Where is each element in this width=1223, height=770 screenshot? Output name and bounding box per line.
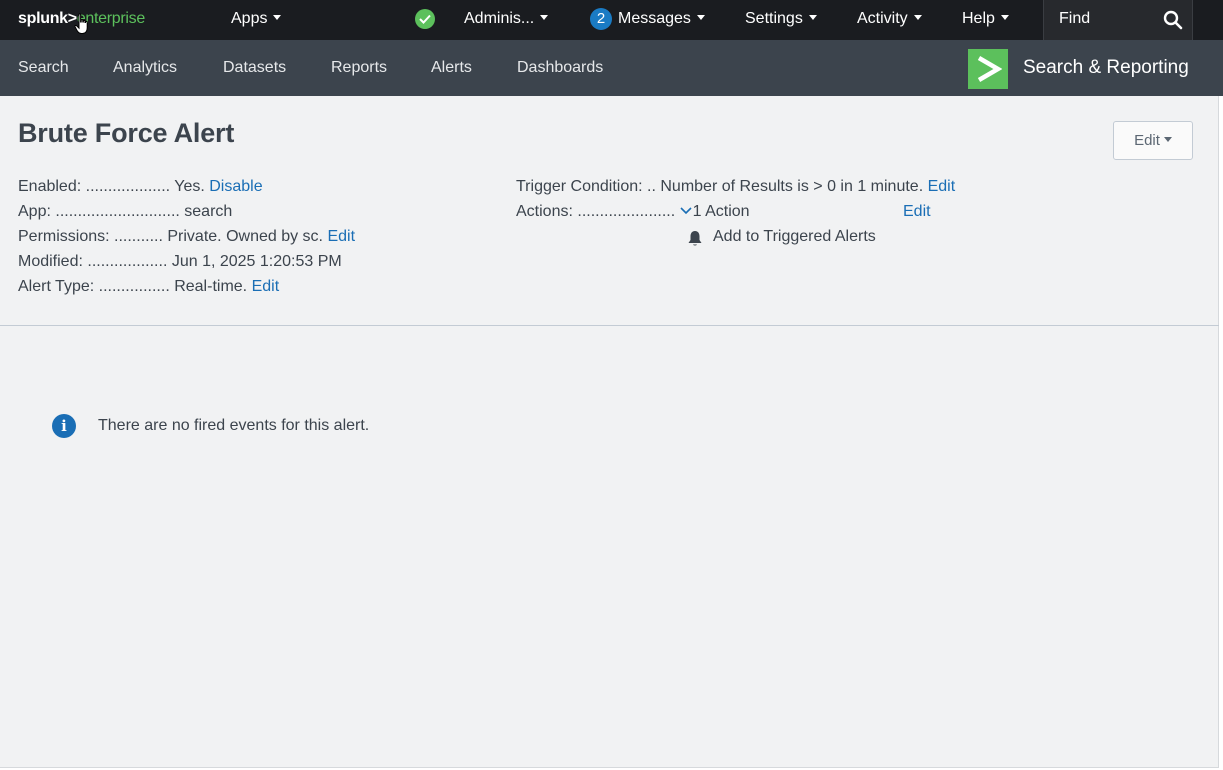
- settings-menu[interactable]: Settings: [745, 0, 817, 40]
- app-value: search: [184, 203, 233, 220]
- messages-count-badge[interactable]: 2: [590, 8, 612, 30]
- find-search-box[interactable]: Find: [1043, 0, 1193, 40]
- actions-toggle[interactable]: 1 Action: [680, 203, 750, 220]
- nav-alerts[interactable]: Alerts: [431, 40, 472, 96]
- hand-pointer-icon: [74, 13, 92, 40]
- caret-down-icon: [913, 15, 922, 20]
- trigger-condition-row: Trigger Condition: .. Number of Results …: [516, 176, 955, 198]
- enabled-value: Yes.: [174, 178, 205, 195]
- trigger-edit-link[interactable]: Edit: [928, 178, 956, 195]
- alert-summary-panel: Brute Force Alert Edit Enabled: ........…: [0, 96, 1219, 326]
- actions-row: Actions: ...................... 1 Action: [516, 201, 750, 223]
- permissions-edit-link[interactable]: Edit: [327, 228, 355, 245]
- permissions-label: Permissions:: [18, 228, 110, 245]
- alert-type-edit-link[interactable]: Edit: [252, 278, 280, 295]
- edit-button[interactable]: Edit: [1113, 121, 1193, 160]
- alert-type-label: Alert Type:: [18, 278, 95, 295]
- app-label: App:: [18, 203, 51, 220]
- trigger-condition-value: Number of Results is > 0 in 1 minute.: [660, 178, 924, 195]
- search-icon[interactable]: [1163, 10, 1183, 35]
- admin-menu[interactable]: Adminis...: [464, 0, 549, 40]
- dot-leader: ............................: [50, 203, 185, 220]
- bell-icon: [687, 230, 703, 252]
- action-item: Add to Triggered Alerts: [713, 226, 876, 248]
- trigger-condition-label: Trigger Condition:: [516, 178, 643, 195]
- modified-row: Modified: .................. Jun 1, 2025…: [18, 251, 342, 273]
- app-nav-bar: Search Analytics Datasets Reports Alerts…: [0, 40, 1223, 96]
- nav-datasets[interactable]: Datasets: [223, 40, 286, 96]
- nav-analytics[interactable]: Analytics: [113, 40, 177, 96]
- caret-down-icon: [808, 15, 817, 20]
- no-events-message: There are no fired events for this alert…: [98, 417, 370, 434]
- alert-type-value: Real-time.: [174, 278, 248, 295]
- dot-leader: ...........: [109, 228, 168, 245]
- modified-label: Modified:: [18, 253, 83, 270]
- nav-dashboards[interactable]: Dashboards: [517, 40, 603, 96]
- chevron-down-icon: [680, 207, 692, 215]
- caret-down-icon: [540, 15, 549, 20]
- nav-search[interactable]: Search: [18, 40, 69, 96]
- activity-menu-label: Activity: [857, 10, 908, 27]
- nav-reports[interactable]: Reports: [331, 40, 387, 96]
- help-menu[interactable]: Help: [962, 0, 1009, 40]
- caret-down-icon: [1163, 137, 1172, 142]
- app-logo-icon[interactable]: [968, 49, 1008, 89]
- page-title: Brute Force Alert: [18, 118, 235, 148]
- check-circle-icon[interactable]: [415, 9, 435, 29]
- app-row: App: ............................ search: [18, 201, 232, 223]
- permissions-row: Permissions: ........... Private. Owned …: [18, 226, 355, 248]
- apps-menu[interactable]: Apps: [231, 0, 282, 40]
- permissions-value: Private. Owned by sc.: [167, 228, 323, 245]
- enabled-row: Enabled: ................... Yes. Disabl…: [18, 176, 263, 198]
- action-item-label: Add to Triggered Alerts: [713, 228, 876, 245]
- disable-link[interactable]: Disable: [209, 178, 262, 195]
- dot-leader: ......................: [572, 203, 680, 220]
- messages-menu-label: Messages: [618, 10, 691, 27]
- dot-leader: ................: [94, 278, 175, 295]
- apps-menu-label: Apps: [231, 10, 268, 27]
- edit-button-label: Edit: [1134, 132, 1160, 149]
- system-bar: splunk>enterprise Apps Adminis... 2 Mess…: [0, 0, 1223, 40]
- help-menu-label: Help: [962, 10, 995, 27]
- actions-edit-link[interactable]: Edit: [903, 201, 931, 223]
- find-placeholder: Find: [1059, 10, 1091, 27]
- actions-label: Actions:: [516, 203, 573, 220]
- dot-leader: ..................: [82, 253, 172, 270]
- activity-menu[interactable]: Activity: [857, 0, 922, 40]
- messages-menu[interactable]: Messages: [618, 0, 705, 40]
- info-icon: i: [52, 414, 76, 438]
- modified-value: Jun 1, 2025 1:20:53 PM: [171, 253, 342, 270]
- enabled-label: Enabled:: [18, 178, 82, 195]
- dot-leader: ...................: [81, 178, 175, 195]
- alert-page: Brute Force Alert Edit Enabled: ........…: [0, 96, 1219, 768]
- actions-value: 1 Action: [692, 203, 750, 220]
- caret-down-icon: [1000, 15, 1009, 20]
- caret-down-icon: [696, 15, 705, 20]
- caret-down-icon: [273, 15, 282, 20]
- admin-menu-label: Adminis...: [464, 10, 535, 27]
- brand-primary: splunk>: [18, 10, 77, 27]
- settings-menu-label: Settings: [745, 10, 803, 27]
- app-title[interactable]: Search & Reporting: [1023, 40, 1189, 96]
- alert-type-row: Alert Type: ................ Real-time. …: [18, 276, 279, 298]
- dot-leader: ..: [642, 178, 661, 195]
